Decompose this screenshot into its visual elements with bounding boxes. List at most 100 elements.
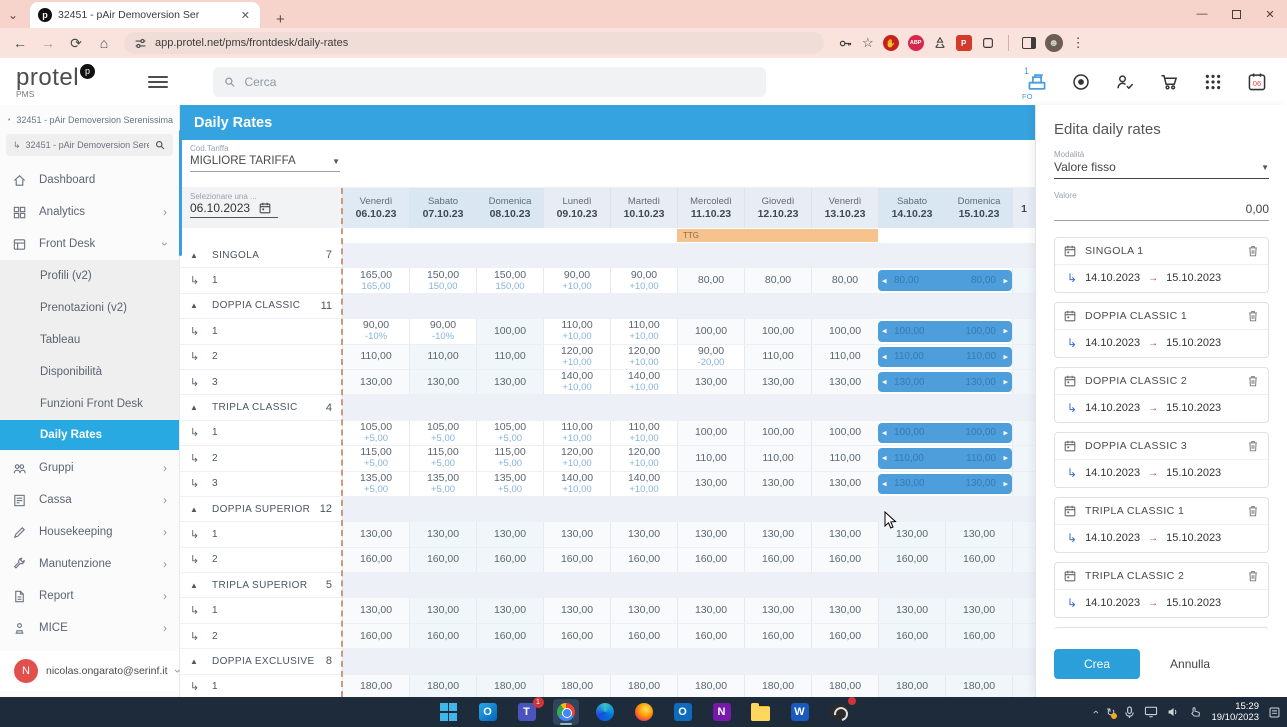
selection-band[interactable]: ◂110,00110,00▸	[878, 448, 1012, 468]
cash-register-icon[interactable]: 1 FO	[1015, 60, 1059, 104]
selection-band[interactable]: ◂130,00130,00▸	[878, 372, 1012, 392]
rate-cell[interactable]: 105,00+5,00	[476, 421, 543, 445]
rate-cell[interactable]: 130,00	[677, 598, 744, 622]
rate-cell[interactable]: 80,00	[677, 268, 744, 292]
rate-cell[interactable]: 135,00+5,00	[476, 472, 543, 496]
obs-app[interactable]	[826, 699, 852, 725]
rate-cell[interactable]: 160,00	[878, 548, 945, 572]
rate-code-select[interactable]: Cod.Tariffa MIGLIORE TARIFFA▼	[190, 144, 340, 172]
protel-extension-icon[interactable]: P	[956, 35, 972, 51]
new-tab-button[interactable]: +	[270, 11, 291, 28]
band-left-arrow-icon[interactable]: ◂	[882, 427, 887, 438]
sidebar-item-gruppi[interactable]: Gruppi›	[0, 452, 179, 484]
rate-cell[interactable]: 90,00+10,00	[543, 268, 610, 292]
rate-cell[interactable]: 130,00	[744, 598, 811, 622]
rate-cell[interactable]: 130,00	[811, 370, 878, 394]
rate-cell[interactable]: 130,00	[543, 598, 610, 622]
band-right-arrow-icon[interactable]: ▸	[1003, 478, 1008, 489]
rate-cell[interactable]: 180,00	[744, 675, 811, 697]
collapse-triangle-icon[interactable]: ▲	[190, 403, 208, 412]
rate-cell[interactable]: 100,00	[744, 421, 811, 445]
rate-cell[interactable]: 130,00	[342, 370, 409, 394]
rate-cell[interactable]: 180,00	[409, 675, 476, 697]
target-icon[interactable]	[1059, 60, 1103, 104]
band-right-arrow-icon[interactable]: ▸	[1003, 453, 1008, 464]
start-button[interactable]	[436, 699, 462, 725]
close-button[interactable]: ✕	[1253, 0, 1287, 28]
rate-cell[interactable]: 180,00	[610, 675, 677, 697]
rate-cell[interactable]: 160,00	[677, 624, 744, 648]
rate-cell[interactable]: 160,00	[543, 624, 610, 648]
url-bar[interactable]: app.protel.net/pms/frontdesk/daily-rates	[124, 32, 824, 54]
band-right-arrow-icon[interactable]: ▸	[1003, 351, 1008, 362]
rate-cell[interactable]: 110,00	[811, 345, 878, 369]
rate-cell[interactable]: 130,00	[811, 472, 878, 496]
rate-cell[interactable]: 120,00+10,00	[543, 446, 610, 470]
sidebar-item-profili-v2-[interactable]: Profili (v2)	[0, 260, 179, 292]
rate-cell[interactable]: 160,00	[945, 624, 1012, 648]
trash-icon[interactable]	[1246, 374, 1260, 388]
rate-cell[interactable]: 150,00150,00	[476, 268, 543, 292]
outlook-app[interactable]: O	[475, 699, 501, 725]
rate-cell[interactable]: 140,00+10,00	[610, 370, 677, 394]
rate-cell[interactable]: 110,00+10,00	[543, 319, 610, 343]
rate-cell[interactable]: 110,00+10,00	[610, 319, 677, 343]
key-icon[interactable]	[838, 36, 853, 51]
rate-cell[interactable]: 160,00	[476, 624, 543, 648]
category-row-doppia-classic[interactable]: ▲DOPPIA CLASSIC11	[180, 294, 1035, 319]
rate-cell[interactable]: 130,00	[744, 370, 811, 394]
cart-icon[interactable]	[1147, 60, 1191, 104]
sidebar-item-analytics[interactable]: Analytics›	[0, 196, 179, 228]
selection-band[interactable]: ◂100,00100,00▸	[878, 423, 1012, 443]
rate-cell[interactable]: 130,00	[543, 522, 610, 546]
abp-extension-icon[interactable]: ABP	[908, 35, 924, 51]
day-column-header[interactable]: Domenica15.10.23	[945, 188, 1012, 228]
rate-cell[interactable]: 130,00	[744, 472, 811, 496]
maximize-button[interactable]	[1219, 0, 1253, 28]
rate-cell[interactable]	[1012, 345, 1035, 369]
rate-cell[interactable]: 180,00	[811, 675, 878, 697]
sidebar-item-disponibilit-[interactable]: Disponibilità	[0, 356, 179, 388]
rate-cell[interactable]	[1012, 675, 1035, 697]
collapse-triangle-icon[interactable]: ▲	[190, 505, 208, 514]
touch-icon[interactable]	[1189, 706, 1202, 718]
rate-cell[interactable]: 160,00	[878, 624, 945, 648]
sidebar-item-prenotazioni-v2-[interactable]: Prenotazioni (v2)	[0, 292, 179, 324]
rate-cell[interactable]	[1012, 421, 1035, 445]
rate-cell[interactable]: 110,00+10,00	[610, 421, 677, 445]
rate-cell[interactable]: 130,00	[409, 598, 476, 622]
day-column-header[interactable]: 1	[1012, 188, 1035, 228]
sidebar-item-dashboard[interactable]: Dashboard	[0, 164, 179, 196]
rate-cell[interactable]: 135,00+5,00	[409, 472, 476, 496]
category-row-doppia-exclusive[interactable]: ▲DOPPIA EXCLUSIVE8	[180, 649, 1035, 674]
rate-cell[interactable]: 130,00	[677, 370, 744, 394]
sidebar-item-report[interactable]: Report›	[0, 580, 179, 612]
rate-cell[interactable]: 100,00	[811, 319, 878, 343]
clock[interactable]: 15:29 19/10/2023	[1211, 701, 1259, 723]
rate-cell[interactable]: 80,00	[811, 268, 878, 292]
teams-app[interactable]: T1	[514, 699, 540, 725]
rate-cell[interactable]: 90,00+10,00	[610, 268, 677, 292]
rate-cell[interactable]: 180,00	[945, 675, 1012, 697]
profile-avatar[interactable]: ☻	[1045, 34, 1063, 52]
band-right-arrow-icon[interactable]: ▸	[1003, 427, 1008, 438]
rate-cell[interactable]: 110,00+10,00	[543, 421, 610, 445]
rate-cell[interactable]: 130,00	[811, 522, 878, 546]
rate-cell[interactable]	[1012, 446, 1035, 470]
rate-cell[interactable]: 130,00	[476, 522, 543, 546]
word-app[interactable]: W	[787, 699, 813, 725]
rate-cell[interactable]: 160,00	[610, 548, 677, 572]
selection-band[interactable]: ◂110,00110,00▸	[878, 347, 1012, 367]
rate-cell[interactable]: 130,00	[811, 598, 878, 622]
back-icon[interactable]: ←	[8, 31, 32, 55]
chrome-app[interactable]	[553, 699, 579, 725]
selection-band[interactable]: ◂100,00100,00▸	[878, 321, 1012, 341]
rate-cell[interactable]: 130,00	[677, 522, 744, 546]
rate-cell[interactable]: 110,00	[744, 446, 811, 470]
notifications-icon[interactable]	[1268, 706, 1281, 719]
rate-cell[interactable]	[1012, 319, 1035, 343]
trash-icon[interactable]	[1246, 244, 1260, 258]
rate-cell[interactable]: 130,00	[610, 522, 677, 546]
rate-cell[interactable]: 115,00+5,00	[342, 446, 409, 470]
rate-cell[interactable]: 100,00	[677, 421, 744, 445]
